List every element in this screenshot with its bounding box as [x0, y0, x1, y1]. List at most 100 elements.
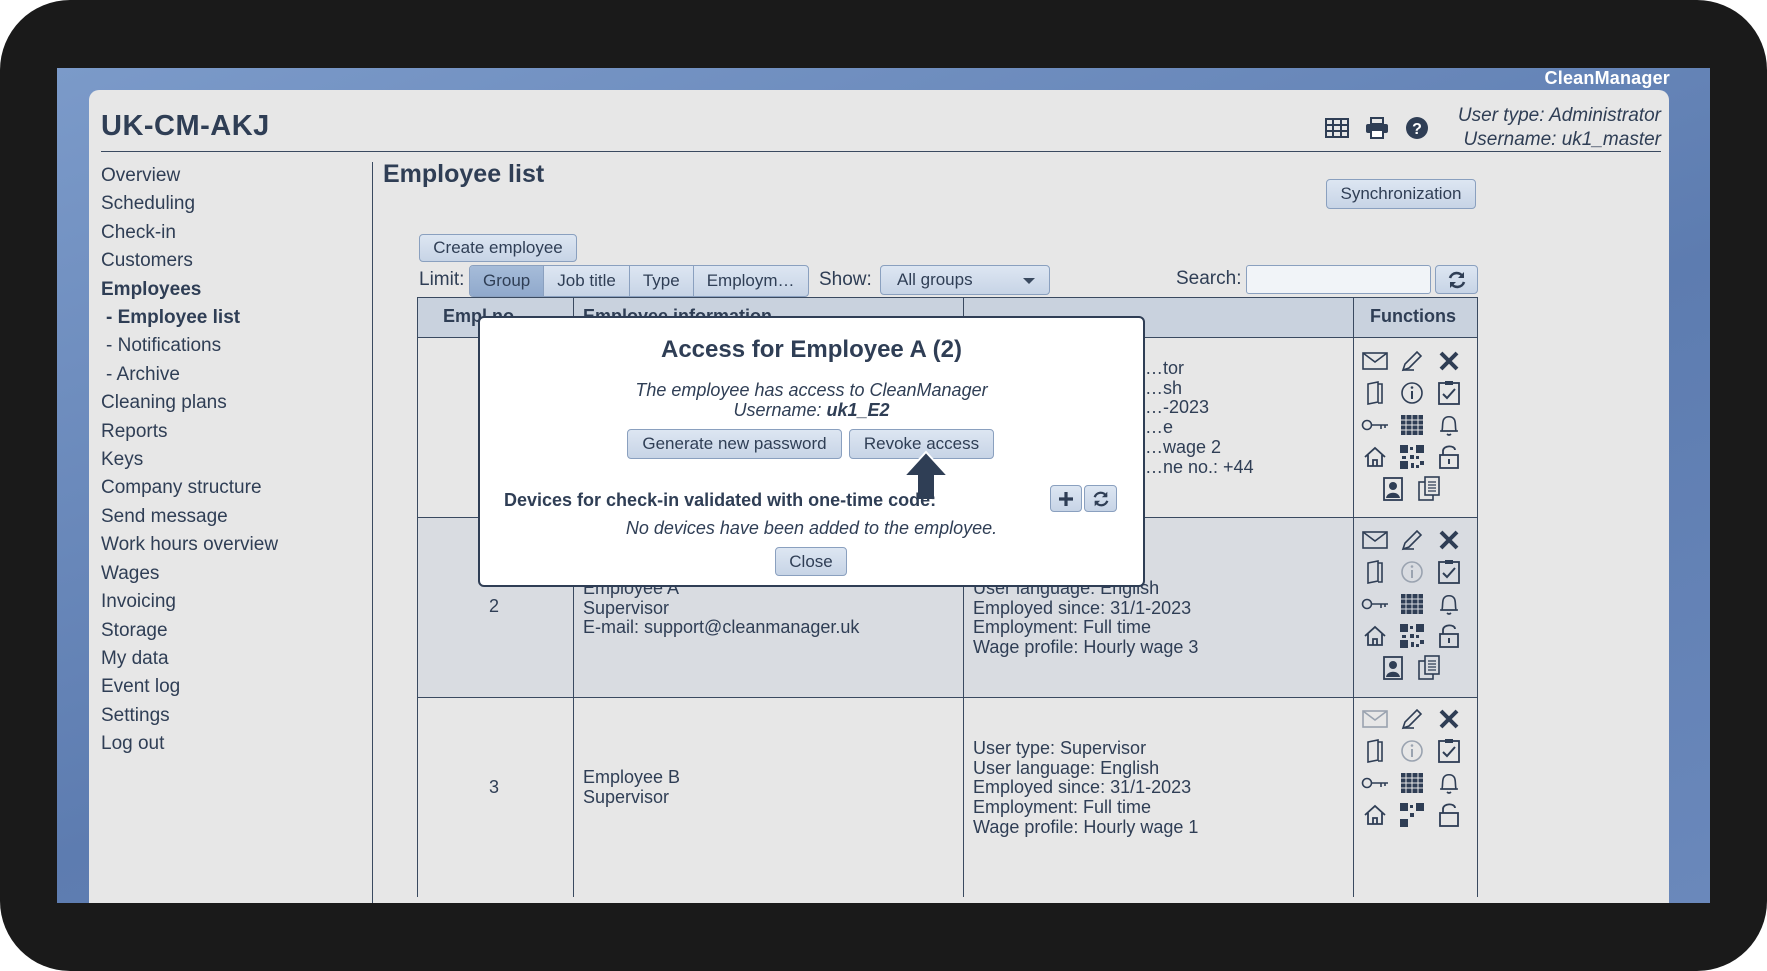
pencil-icon[interactable]	[1398, 526, 1426, 554]
page-title: Employee list	[383, 160, 545, 188]
sidebar-item-keys[interactable]: Keys	[101, 446, 371, 474]
mail-icon[interactable]	[1361, 705, 1389, 733]
book-icon[interactable]	[1361, 558, 1389, 586]
tab-group[interactable]: Group	[470, 266, 545, 296]
sidebar-item-company-structure[interactable]: Company structure	[101, 474, 371, 502]
info-icon[interactable]	[1398, 379, 1426, 407]
sidebar-item-storage[interactable]: Storage	[101, 617, 371, 645]
sidebar-item-reports[interactable]: Reports	[101, 418, 371, 446]
table-row[interactable]: 3 Employee B Supervisor User type: Super…	[417, 697, 1477, 897]
column-divider	[1353, 297, 1354, 897]
app-title: UK-CM-AKJ	[101, 110, 270, 142]
create-employee-button[interactable]: Create employee	[419, 234, 577, 262]
qr-code-icon[interactable]	[1398, 443, 1426, 471]
sidebar-divider	[372, 162, 373, 903]
generate-password-button[interactable]: Generate new password	[627, 429, 842, 459]
bell-icon[interactable]	[1435, 411, 1463, 439]
sidebar-item-employees[interactable]: Employees	[101, 276, 371, 304]
documents-icon[interactable]	[1416, 475, 1444, 503]
calendar-icon[interactable]	[1398, 769, 1426, 797]
sidebar-item-check-in[interactable]: Check-in	[101, 219, 371, 247]
delete-icon[interactable]	[1435, 526, 1463, 554]
qr-code-icon[interactable]	[1398, 622, 1426, 650]
row-details: …tor …sh …-2023 …e …wage 2 …ne no.: +44	[1145, 358, 1254, 477]
header-functions: Functions	[1370, 306, 1456, 326]
home-icon[interactable]	[1361, 622, 1389, 650]
refresh-devices-button[interactable]	[1084, 485, 1117, 512]
book-icon[interactable]	[1361, 737, 1389, 765]
user-badge-icon[interactable]	[1379, 654, 1407, 682]
print-icon[interactable]	[1363, 114, 1391, 142]
table-border	[417, 297, 418, 897]
delete-icon[interactable]	[1435, 705, 1463, 733]
qr-code-icon[interactable]	[1398, 801, 1426, 829]
username-value: uk1_E2	[826, 400, 890, 420]
info-icon[interactable]	[1398, 737, 1426, 765]
user-badge-icon[interactable]	[1379, 475, 1407, 503]
close-button[interactable]: Close	[775, 547, 847, 576]
add-device-button[interactable]	[1050, 485, 1082, 512]
sidebar-item-log-out[interactable]: Log out	[101, 730, 371, 758]
bell-icon[interactable]	[1435, 769, 1463, 797]
pencil-icon[interactable]	[1398, 705, 1426, 733]
tab-type[interactable]: Type	[630, 266, 694, 296]
key-icon[interactable]	[1361, 590, 1389, 618]
documents-icon[interactable]	[1416, 654, 1444, 682]
sidebar-item-wages[interactable]: Wages	[101, 560, 371, 588]
refresh-button[interactable]	[1435, 265, 1478, 294]
row-divider	[417, 297, 1477, 298]
clipboard-check-icon[interactable]	[1435, 379, 1463, 407]
sidebar-item-invoicing[interactable]: Invoicing	[101, 588, 371, 616]
synchronization-button[interactable]: Synchronization	[1326, 179, 1476, 209]
refresh-icon	[1448, 271, 1465, 288]
bell-icon[interactable]	[1435, 590, 1463, 618]
sidebar-item-send-message[interactable]: Send message	[101, 503, 371, 531]
home-icon[interactable]	[1361, 443, 1389, 471]
sidebar-item-notifications[interactable]: - Notifications	[101, 332, 371, 360]
header-icons: ?	[1323, 114, 1431, 142]
sidebar-item-my-data[interactable]: My data	[101, 645, 371, 673]
key-icon[interactable]	[1361, 769, 1389, 797]
sidebar-item-event-log[interactable]: Event log	[101, 673, 371, 701]
pencil-icon[interactable]	[1398, 347, 1426, 375]
app-window: UK-CM-AKJ ? User type: Administrator Use…	[89, 90, 1669, 903]
user-type: User type: Administrator	[1457, 105, 1661, 126]
username: Username: uk1_master	[1463, 129, 1661, 150]
calendar-icon[interactable]	[1398, 411, 1426, 439]
devices-heading: Devices for check-in validated with one-…	[504, 490, 937, 510]
mail-icon[interactable]	[1361, 526, 1389, 554]
unlock-icon[interactable]	[1435, 443, 1463, 471]
book-icon[interactable]	[1361, 379, 1389, 407]
modal-title: Access for Employee A (2)	[661, 336, 962, 363]
sidebar-item-settings[interactable]: Settings	[101, 702, 371, 730]
unlock-icon[interactable]	[1435, 622, 1463, 650]
help-icon[interactable]: ?	[1403, 114, 1431, 142]
table-icon[interactable]	[1323, 114, 1351, 142]
clipboard-check-icon[interactable]	[1435, 737, 1463, 765]
row-empl-no: 2	[489, 596, 500, 616]
unlock-icon[interactable]	[1435, 801, 1463, 829]
calendar-icon[interactable]	[1398, 590, 1426, 618]
row-employee-info: Employee A Supervisor E-mail: support@cl…	[583, 578, 860, 638]
clipboard-check-icon[interactable]	[1435, 558, 1463, 586]
tab-job-title[interactable]: Job title	[544, 266, 630, 296]
show-dropdown[interactable]: All groups	[880, 265, 1050, 295]
sidebar-item-archive[interactable]: - Archive	[101, 361, 371, 389]
sidebar: Overview Scheduling Check-in Customers E…	[101, 162, 371, 759]
user-info: User type: Administrator Username: uk1_m…	[1458, 104, 1661, 152]
screen: CleanManager UK-CM-AKJ ? User type: Admi…	[57, 68, 1710, 903]
tab-employment[interactable]: Employm…	[694, 266, 808, 296]
sidebar-item-customers[interactable]: Customers	[101, 247, 371, 275]
search-input[interactable]	[1246, 265, 1431, 294]
sidebar-item-cleaning-plans[interactable]: Cleaning plans	[101, 389, 371, 417]
delete-icon[interactable]	[1435, 347, 1463, 375]
sidebar-item-work-hours-overview[interactable]: Work hours overview	[101, 531, 371, 559]
row-employee-info: Employee B Supervisor	[583, 767, 681, 807]
home-icon[interactable]	[1361, 801, 1389, 829]
mail-icon[interactable]	[1361, 347, 1389, 375]
sidebar-item-employee-list[interactable]: - Employee list	[101, 304, 371, 332]
sidebar-item-scheduling[interactable]: Scheduling	[101, 190, 371, 218]
info-icon[interactable]	[1398, 558, 1426, 586]
sidebar-item-overview[interactable]: Overview	[101, 162, 371, 190]
key-icon[interactable]	[1361, 411, 1389, 439]
